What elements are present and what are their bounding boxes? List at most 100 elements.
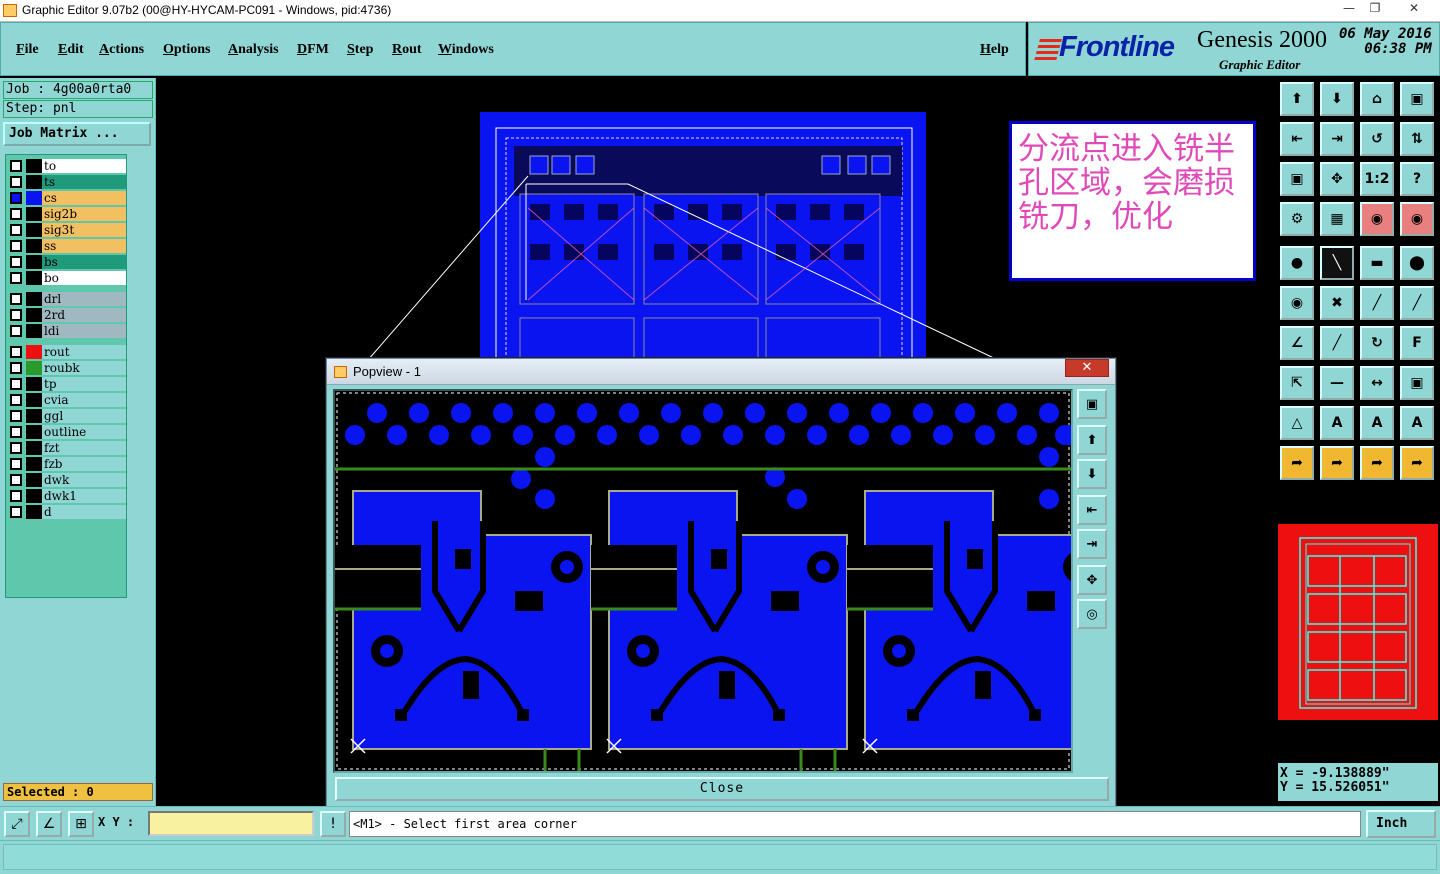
slash-icon[interactable]: ╱: [1320, 326, 1354, 360]
layer-color-swatch[interactable]: [26, 191, 42, 205]
layer-color-swatch[interactable]: [26, 441, 42, 455]
line-tool-alt-icon[interactable]: ╱: [1400, 286, 1434, 320]
layer-name[interactable]: fzb: [42, 457, 126, 471]
layer-view-icon[interactable]: ◉: [1360, 202, 1394, 236]
maximize-button[interactable]: ❐: [1362, 1, 1388, 17]
pan-right-icon[interactable]: ⇥: [1320, 122, 1354, 156]
layer-row-dwk1[interactable]: dwk1: [8, 489, 126, 503]
select-circle-icon[interactable]: ➦: [1360, 446, 1394, 480]
layer-color-swatch[interactable]: [26, 345, 42, 359]
layer-color-swatch[interactable]: [26, 489, 42, 503]
fit-screen-icon[interactable]: ▣: [1280, 162, 1314, 196]
popview-close-button[interactable]: Close: [335, 777, 1109, 801]
layer-name[interactable]: bo: [42, 271, 126, 285]
layer-checkbox[interactable]: [10, 309, 22, 321]
layer-checkbox[interactable]: [10, 362, 22, 374]
snap-icon[interactable]: ⤢: [4, 811, 30, 837]
menu-rout[interactable]: Rout: [392, 42, 422, 58]
layer-checkbox[interactable]: [10, 293, 22, 305]
layer-name[interactable]: ss: [42, 239, 126, 253]
layer-color-swatch[interactable]: [26, 377, 42, 391]
menu-dfm[interactable]: DFM: [297, 42, 329, 58]
layer-row-sig2b[interactable]: sig2b: [8, 207, 126, 221]
popview-up-icon[interactable]: ⬆: [1077, 425, 1107, 455]
layer-row-outline[interactable]: outline: [8, 425, 126, 439]
layer-checkbox[interactable]: [10, 490, 22, 502]
a-shape-icon[interactable]: A: [1320, 406, 1354, 440]
layer-row-drl[interactable]: drl: [8, 292, 126, 306]
warning-icon[interactable]: !: [320, 811, 346, 837]
layer-row-cvia[interactable]: cvia: [8, 393, 126, 407]
menu-analysis[interactable]: Analysis: [228, 42, 279, 58]
layer-name[interactable]: dwk1: [42, 489, 126, 503]
layer-checkbox[interactable]: [10, 410, 22, 422]
layer-color-swatch[interactable]: [26, 409, 42, 423]
layer-color-swatch[interactable]: [26, 271, 42, 285]
layer-checkbox[interactable]: [10, 272, 22, 284]
layer-row-fzt[interactable]: fzt: [8, 441, 126, 455]
group-icon[interactable]: ▣: [1400, 366, 1434, 400]
layer-row-roubk[interactable]: roubk: [8, 361, 126, 375]
window-split-icon[interactable]: ▣: [1400, 82, 1434, 116]
layer-row-sig3t[interactable]: sig3t: [8, 223, 126, 237]
swap-icon[interactable]: ⇅: [1400, 122, 1434, 156]
grid-icon[interactable]: ▦: [1320, 202, 1354, 236]
layer-checkbox[interactable]: [10, 458, 22, 470]
select-box-icon[interactable]: ➦: [1320, 446, 1354, 480]
layer-color-swatch[interactable]: [26, 207, 42, 221]
dimension-icon[interactable]: ↔: [1360, 366, 1394, 400]
connect-icon[interactable]: ◉: [1280, 286, 1314, 320]
layer-checkbox[interactable]: [10, 208, 22, 220]
layer-color-swatch[interactable]: [26, 308, 42, 322]
layer-color-swatch[interactable]: [26, 175, 42, 189]
layer-checkbox[interactable]: [10, 346, 22, 358]
layer-name[interactable]: tp: [42, 377, 126, 391]
move-icon[interactable]: ⇱: [1280, 366, 1314, 400]
layer-checkbox[interactable]: [10, 474, 22, 486]
layer-row-ldi[interactable]: ldi: [8, 324, 126, 338]
layer-name[interactable]: to: [42, 159, 126, 173]
layer-name[interactable]: roubk: [42, 361, 126, 375]
a-shape-alt-icon[interactable]: A: [1360, 406, 1394, 440]
layer-checkbox[interactable]: [10, 192, 22, 204]
help-icon[interactable]: ?: [1400, 162, 1434, 196]
popview-close-icon[interactable]: ✕: [1065, 359, 1109, 377]
menu-options[interactable]: Options: [163, 42, 210, 58]
grid-snap-icon[interactable]: ⊞: [68, 811, 94, 837]
layer-name[interactable]: sig2b: [42, 207, 126, 221]
layer-view-alt-icon[interactable]: ◉: [1400, 202, 1434, 236]
layer-name[interactable]: d: [42, 505, 126, 519]
select-arrow-icon[interactable]: ➦: [1280, 446, 1314, 480]
layer-row-bo[interactable]: bo: [8, 271, 126, 285]
pan-left-icon[interactable]: ⇤: [1280, 122, 1314, 156]
layer-name[interactable]: rout: [42, 345, 126, 359]
popview-canvas[interactable]: [333, 389, 1073, 773]
job-matrix-button[interactable]: Job Matrix ...: [3, 122, 151, 146]
layer-row-bs[interactable]: bs: [8, 255, 126, 269]
popview-zoom-icon[interactable]: ▣: [1077, 389, 1107, 419]
zoom-in-icon[interactable]: ⬇: [1320, 82, 1354, 116]
layer-checkbox[interactable]: [10, 426, 22, 438]
layer-row-ts[interactable]: ts: [8, 175, 126, 189]
home-view-icon[interactable]: ⌂: [1360, 82, 1394, 116]
layer-checkbox[interactable]: [10, 394, 22, 406]
center-icon[interactable]: ✥: [1320, 162, 1354, 196]
popview-right-icon[interactable]: ⇥: [1077, 529, 1107, 559]
angle-icon[interactable]: ∠: [1280, 326, 1314, 360]
layer-color-swatch[interactable]: [26, 324, 42, 338]
layer-name[interactable]: cvia: [42, 393, 126, 407]
layer-checkbox[interactable]: [10, 256, 22, 268]
overview-minimap[interactable]: [1278, 524, 1438, 720]
cross-icon[interactable]: ✖: [1320, 286, 1354, 320]
mirror-icon[interactable]: F: [1400, 326, 1434, 360]
menu-windows[interactable]: Windows: [438, 42, 494, 58]
a-measure-icon[interactable]: A: [1400, 406, 1434, 440]
snap-angle-icon[interactable]: ∠: [36, 811, 62, 837]
layer-name[interactable]: ggl: [42, 409, 126, 423]
layer-checkbox[interactable]: [10, 506, 22, 518]
menu-actions[interactable]: Actions: [99, 42, 144, 58]
scale-1-2-icon[interactable]: 1:2: [1360, 162, 1394, 196]
zoom-home-icon[interactable]: ⬆: [1280, 82, 1314, 116]
redraw-icon[interactable]: ↺: [1360, 122, 1394, 156]
settings-icon[interactable]: ⚙: [1280, 202, 1314, 236]
